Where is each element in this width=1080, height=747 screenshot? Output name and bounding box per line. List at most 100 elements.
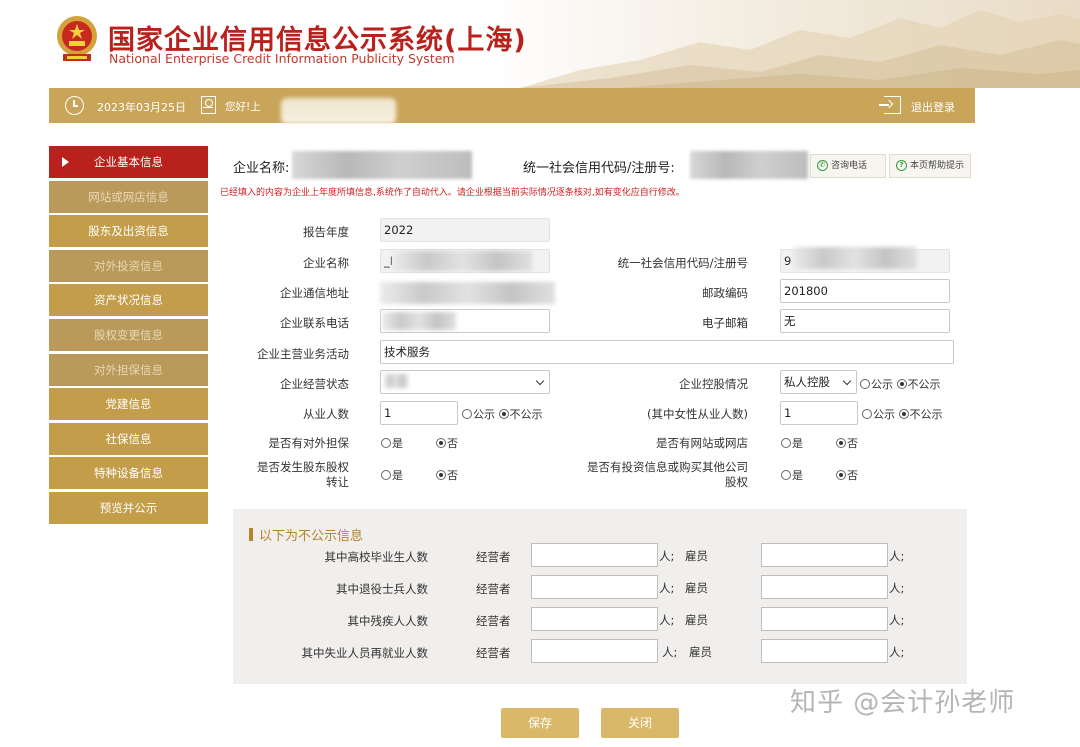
radio-yes[interactable]	[781, 470, 791, 480]
radio-public[interactable]	[462, 409, 472, 419]
sidebar-item-shareholder-info[interactable]: 股东及出资信息	[49, 215, 208, 248]
redacted-user-name	[281, 98, 396, 124]
sidebar-item-investment-info[interactable]: 对外投资信息	[49, 249, 208, 282]
clock-icon	[65, 96, 84, 115]
radio-not-public[interactable]	[896, 379, 907, 389]
unit-person: 人;	[889, 613, 905, 627]
unit-person: 人;	[889, 549, 905, 563]
female-publicity-radio-group[interactable]: 公示 不公示	[862, 406, 943, 422]
employee-label: 雇员	[685, 613, 708, 627]
control-publicity-radio-group[interactable]: 公示 不公示	[860, 376, 941, 392]
equity-transfer-label: 是否发生股东股权 转让	[257, 460, 349, 489]
redacted-company-name	[292, 151, 472, 179]
unit-person: 人;	[659, 613, 675, 627]
company-name-heading: 企业名称:	[233, 161, 290, 176]
control-select[interactable]: 私人控股	[780, 370, 857, 394]
radio-public[interactable]	[862, 409, 872, 419]
chevron-down-icon	[842, 376, 852, 386]
logout-link[interactable]: 退出登录	[911, 99, 955, 115]
chevron-down-icon	[535, 376, 545, 386]
guarantee-radio-group[interactable]: 是 否	[381, 435, 458, 451]
sidebar-item-guarantee-info[interactable]: 对外担保信息	[49, 353, 208, 386]
reemployed-employee-input[interactable]	[761, 639, 888, 663]
sidebar-item-special-equipment[interactable]: 特种设备信息	[49, 457, 208, 490]
site-header: 国家企业信用信息公示系统(上海) National Enterprise Cre…	[0, 0, 1080, 88]
national-emblem-icon	[57, 16, 97, 61]
redacted-credit-code	[690, 151, 808, 179]
radio-not-public[interactable]	[498, 409, 509, 419]
radio-no[interactable]	[836, 438, 846, 448]
company-name-label: 企业名称	[303, 256, 349, 270]
auto-fill-notice: 已经填入的内容为企业上年度所填信息,系统作了自动代入。请企业根据当前实际情况逐条…	[220, 188, 685, 198]
operator-label: 经营者	[476, 582, 511, 596]
credit-code-heading: 统一社会信用代码/注册号:	[523, 161, 675, 176]
page-help-button[interactable]: ? 本页帮助提示	[889, 154, 971, 178]
reemployed-operator-input[interactable]	[531, 639, 658, 663]
redacted-credit-code-value	[792, 247, 917, 269]
close-button[interactable]: 关闭	[601, 708, 679, 738]
guarantee-label: 是否有对外担保	[268, 436, 350, 450]
active-arrow-icon	[62, 157, 69, 167]
sidebar-item-asset-info[interactable]: 资产状况信息	[49, 284, 208, 317]
employee-label: 雇员	[685, 549, 708, 563]
operator-label: 经营者	[476, 550, 511, 564]
save-button[interactable]: 保存	[501, 708, 579, 738]
veterans-operator-input[interactable]	[531, 575, 658, 599]
business-input[interactable]: 技术服务	[380, 340, 954, 364]
investment-radio-group[interactable]: 是 否	[781, 467, 858, 483]
unit-person: 人;	[662, 645, 678, 659]
sidebar-item-equity-change[interactable]: 股权变更信息	[49, 318, 208, 351]
sidebar-nav: 企业基本信息 网站或网店信息 股东及出资信息 对外投资信息 资产状况信息 股权变…	[49, 146, 208, 527]
radio-no[interactable]	[436, 470, 446, 480]
postcode-input[interactable]: 201800	[780, 279, 950, 303]
graduates-operator-input[interactable]	[531, 543, 658, 567]
reemployed-label: 其中失业人员再就业人数	[301, 646, 429, 660]
title-bar-icon	[249, 528, 253, 541]
female-employees-label: (其中女性从业人数)	[647, 407, 748, 421]
female-employees-input[interactable]: 1	[780, 401, 858, 425]
disabled-label: 其中残疾人人数	[347, 614, 429, 628]
operator-label: 经营者	[476, 646, 511, 660]
veterans-employee-input[interactable]	[761, 575, 888, 599]
website-radio-group[interactable]: 是 否	[781, 435, 858, 451]
radio-yes[interactable]	[381, 438, 391, 448]
sidebar-item-website-info[interactable]: 网站或网店信息	[49, 180, 208, 213]
phone-label: 企业联系电话	[280, 316, 349, 330]
employees-publicity-radio-group[interactable]: 公示 不公示	[462, 406, 543, 422]
disabled-employee-input[interactable]	[761, 607, 888, 631]
phone-icon: ✆	[817, 160, 828, 171]
user-icon	[201, 96, 216, 114]
business-label: 企业主营业务活动	[257, 347, 349, 361]
status-label: 企业经营状态	[280, 377, 349, 391]
email-input[interactable]: 无	[780, 309, 950, 333]
sidebar-item-social-security[interactable]: 社保信息	[49, 422, 208, 455]
radio-not-public[interactable]	[898, 409, 909, 419]
graduates-label: 其中高校毕业生人数	[324, 550, 429, 564]
address-label: 企业通信地址	[280, 286, 349, 300]
radio-yes[interactable]	[381, 470, 391, 480]
unit-person: 人;	[659, 581, 675, 595]
radio-public[interactable]	[860, 379, 870, 389]
sidebar-item-basic-info[interactable]: 企业基本信息	[49, 146, 208, 178]
non-public-title: 以下为不公示信息	[249, 525, 363, 544]
radio-no[interactable]	[836, 470, 846, 480]
redacted-phone-value	[382, 312, 456, 330]
equity-transfer-radio-group[interactable]: 是 否	[381, 467, 458, 483]
sidebar-item-preview-publish[interactable]: 预览并公示	[49, 491, 208, 524]
system-title-en: National Enterprise Credit Information P…	[109, 51, 455, 66]
disabled-operator-input[interactable]	[531, 607, 658, 631]
radio-yes[interactable]	[781, 438, 791, 448]
graduates-employee-input[interactable]	[761, 543, 888, 567]
radio-no[interactable]	[436, 438, 446, 448]
consult-phone-button[interactable]: ✆ 咨询电话	[810, 154, 886, 178]
sidebar-item-party-info[interactable]: 党建信息	[49, 388, 208, 421]
unit-person: 人;	[889, 581, 905, 595]
investment-label: 是否有投资信息或购买其他公司 股权	[587, 460, 748, 489]
employees-input[interactable]: 1	[380, 401, 458, 425]
logout-icon[interactable]	[879, 96, 901, 114]
current-date: 2023年03月25日	[97, 101, 186, 114]
redacted-address-field[interactable]	[380, 282, 555, 304]
report-year-label: 报告年度	[303, 225, 349, 239]
control-label: 企业控股情况	[679, 377, 748, 391]
email-label: 电子邮箱	[702, 316, 748, 330]
